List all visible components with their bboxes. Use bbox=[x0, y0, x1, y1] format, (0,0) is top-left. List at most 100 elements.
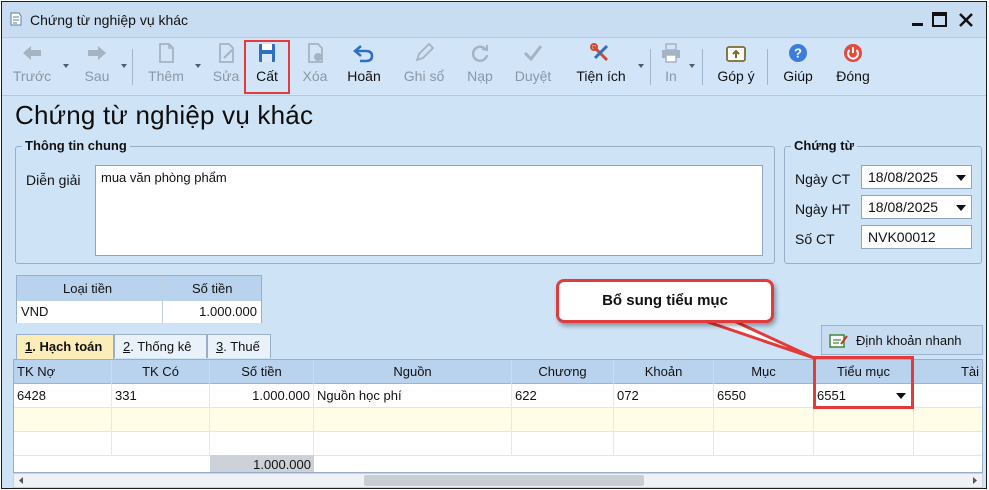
quick-entry-icon bbox=[829, 334, 848, 348]
voucher-number-field[interactable]: NVK00012 bbox=[861, 225, 972, 249]
help-icon: ? bbox=[789, 44, 807, 62]
description-field[interactable]: mua văn phòng phẩm bbox=[95, 165, 763, 256]
utilities-dropdown-arrow[interactable] bbox=[638, 64, 644, 68]
edit-button[interactable]: Sửa bbox=[208, 42, 244, 92]
previous-button[interactable]: Trước bbox=[10, 42, 54, 92]
date-ct-picker[interactable]: 18/08/2025 bbox=[861, 165, 972, 189]
empty-cell[interactable] bbox=[512, 408, 614, 432]
title-bar: Chứng từ nghiệp vụ khác bbox=[2, 2, 986, 38]
tab-tax[interactable]: 3. Thuế bbox=[207, 334, 271, 358]
add-dropdown-arrow[interactable] bbox=[195, 64, 201, 68]
horizontal-scrollbar[interactable] bbox=[13, 473, 983, 488]
arrow-left-icon bbox=[23, 46, 41, 60]
post-button[interactable]: Ghi sổ bbox=[400, 42, 448, 92]
empty-cell[interactable] bbox=[814, 408, 914, 432]
empty-cell[interactable] bbox=[112, 432, 210, 456]
empty-cell[interactable] bbox=[314, 432, 512, 456]
tab-accounting[interactable]: 1. Hạch toán bbox=[16, 334, 114, 359]
debit-account-cell[interactable]: 6428 bbox=[14, 384, 112, 408]
date-ct-value: 18/08/2025 bbox=[868, 169, 939, 185]
print-dropdown-arrow[interactable] bbox=[689, 64, 695, 68]
table-row[interactable] bbox=[14, 432, 982, 456]
page-title: Chứng từ nghiệp vụ khác bbox=[15, 100, 314, 130]
credit-account-cell[interactable]: 331 bbox=[112, 384, 210, 408]
scroll-left-icon[interactable] bbox=[14, 474, 29, 487]
close-button[interactable]: Đóng bbox=[830, 42, 876, 92]
date-ht-picker[interactable]: 18/08/2025 bbox=[861, 195, 972, 219]
toolbar: Trước Sau Thêm Sửa Cất Xóa Hoãn Ghi sổ N… bbox=[2, 39, 986, 96]
date-ht-label: Ngày HT bbox=[795, 201, 851, 217]
table-row[interactable] bbox=[14, 408, 982, 432]
toolbar-separator bbox=[650, 49, 651, 85]
currency-row[interactable]: VND 1.000.000 bbox=[17, 301, 261, 323]
col-header-item: Mục bbox=[714, 360, 814, 384]
pencil-icon bbox=[415, 42, 435, 62]
save-button[interactable]: Cất bbox=[244, 40, 290, 94]
undo-icon bbox=[353, 45, 374, 63]
app-icon bbox=[10, 12, 22, 26]
empty-cell[interactable] bbox=[14, 408, 112, 432]
empty-cell[interactable] bbox=[614, 408, 714, 432]
amount-cell[interactable]: 1.000.000 bbox=[199, 304, 257, 319]
col-header-section: Khoản bbox=[614, 360, 714, 384]
empty-cell[interactable] bbox=[210, 408, 314, 432]
feedback-button[interactable]: Góp ý bbox=[712, 42, 760, 92]
maximize-icon[interactable] bbox=[928, 8, 952, 32]
callout-text: Bổ sung tiểu mục bbox=[602, 292, 728, 309]
empty-cell[interactable] bbox=[14, 432, 112, 456]
toolbar-separator bbox=[702, 49, 703, 85]
power-icon bbox=[844, 44, 862, 62]
source-cell[interactable]: Nguồn học phí bbox=[314, 384, 512, 408]
currency-grid: Loại tiền Số tiền VND 1.000.000 bbox=[16, 275, 262, 323]
grid-divider bbox=[162, 276, 163, 323]
approve-button[interactable]: Duyệt bbox=[510, 42, 556, 92]
scroll-right-icon[interactable] bbox=[967, 474, 982, 487]
empty-cell[interactable] bbox=[714, 408, 814, 432]
empty-cell[interactable] bbox=[512, 432, 614, 456]
col-header-more: Tài bbox=[914, 360, 982, 384]
new-document-icon bbox=[159, 43, 174, 63]
printer-icon bbox=[662, 43, 680, 63]
tab-statistics[interactable]: 2. Thống kê bbox=[114, 334, 207, 358]
print-button[interactable]: In bbox=[656, 42, 686, 92]
empty-cell[interactable] bbox=[614, 432, 714, 456]
close-icon[interactable] bbox=[954, 8, 978, 32]
window-title: Chứng từ nghiệp vụ khác bbox=[30, 12, 189, 28]
toolbar-separator bbox=[767, 49, 768, 85]
scroll-thumb[interactable] bbox=[364, 475, 644, 486]
checkmark-icon bbox=[523, 45, 543, 62]
load-button[interactable]: Nạp bbox=[462, 42, 498, 92]
general-info-legend: Thông tin chung bbox=[22, 138, 130, 153]
voucher-number-label: Số CT bbox=[795, 231, 835, 247]
empty-cell[interactable] bbox=[714, 432, 814, 456]
section-cell[interactable]: 072 bbox=[614, 384, 714, 408]
next-dropdown-arrow[interactable] bbox=[121, 64, 127, 68]
edit-document-icon bbox=[219, 43, 234, 63]
description-label: Diễn giải bbox=[26, 172, 81, 188]
quick-entry-label: Định khoản nhanh bbox=[856, 333, 962, 348]
chevron-down-icon[interactable] bbox=[956, 205, 966, 211]
previous-dropdown-arrow[interactable] bbox=[63, 64, 69, 68]
delete-button[interactable]: Xóa bbox=[296, 42, 334, 92]
svg-text:?: ? bbox=[794, 46, 802, 61]
help-button[interactable]: ? Giúp bbox=[778, 42, 818, 92]
postpone-button[interactable]: Hoãn bbox=[342, 42, 386, 92]
currency-type-cell[interactable]: VND bbox=[21, 304, 48, 319]
amount-cell[interactable]: 1.000.000 bbox=[210, 384, 314, 408]
empty-cell[interactable] bbox=[314, 408, 512, 432]
add-button[interactable]: Thêm bbox=[142, 42, 190, 92]
voucher-number-value: NVK00012 bbox=[868, 229, 936, 245]
minimize-icon[interactable] bbox=[906, 8, 930, 32]
next-button[interactable]: Sau bbox=[78, 42, 116, 92]
tools-icon bbox=[590, 43, 609, 62]
empty-cell[interactable] bbox=[814, 432, 914, 456]
quick-entry-button[interactable]: Định khoản nhanh bbox=[821, 325, 983, 355]
empty-cell[interactable] bbox=[112, 408, 210, 432]
amount-header: Số tiền bbox=[192, 281, 233, 296]
utilities-button[interactable]: Tiện ích bbox=[572, 42, 630, 92]
chapter-cell[interactable]: 622 bbox=[512, 384, 614, 408]
chevron-down-icon[interactable] bbox=[956, 175, 966, 181]
grid-total-amount: 1.000.000 bbox=[210, 455, 314, 472]
empty-cell[interactable] bbox=[210, 432, 314, 456]
item-cell[interactable]: 6550 bbox=[714, 384, 814, 408]
